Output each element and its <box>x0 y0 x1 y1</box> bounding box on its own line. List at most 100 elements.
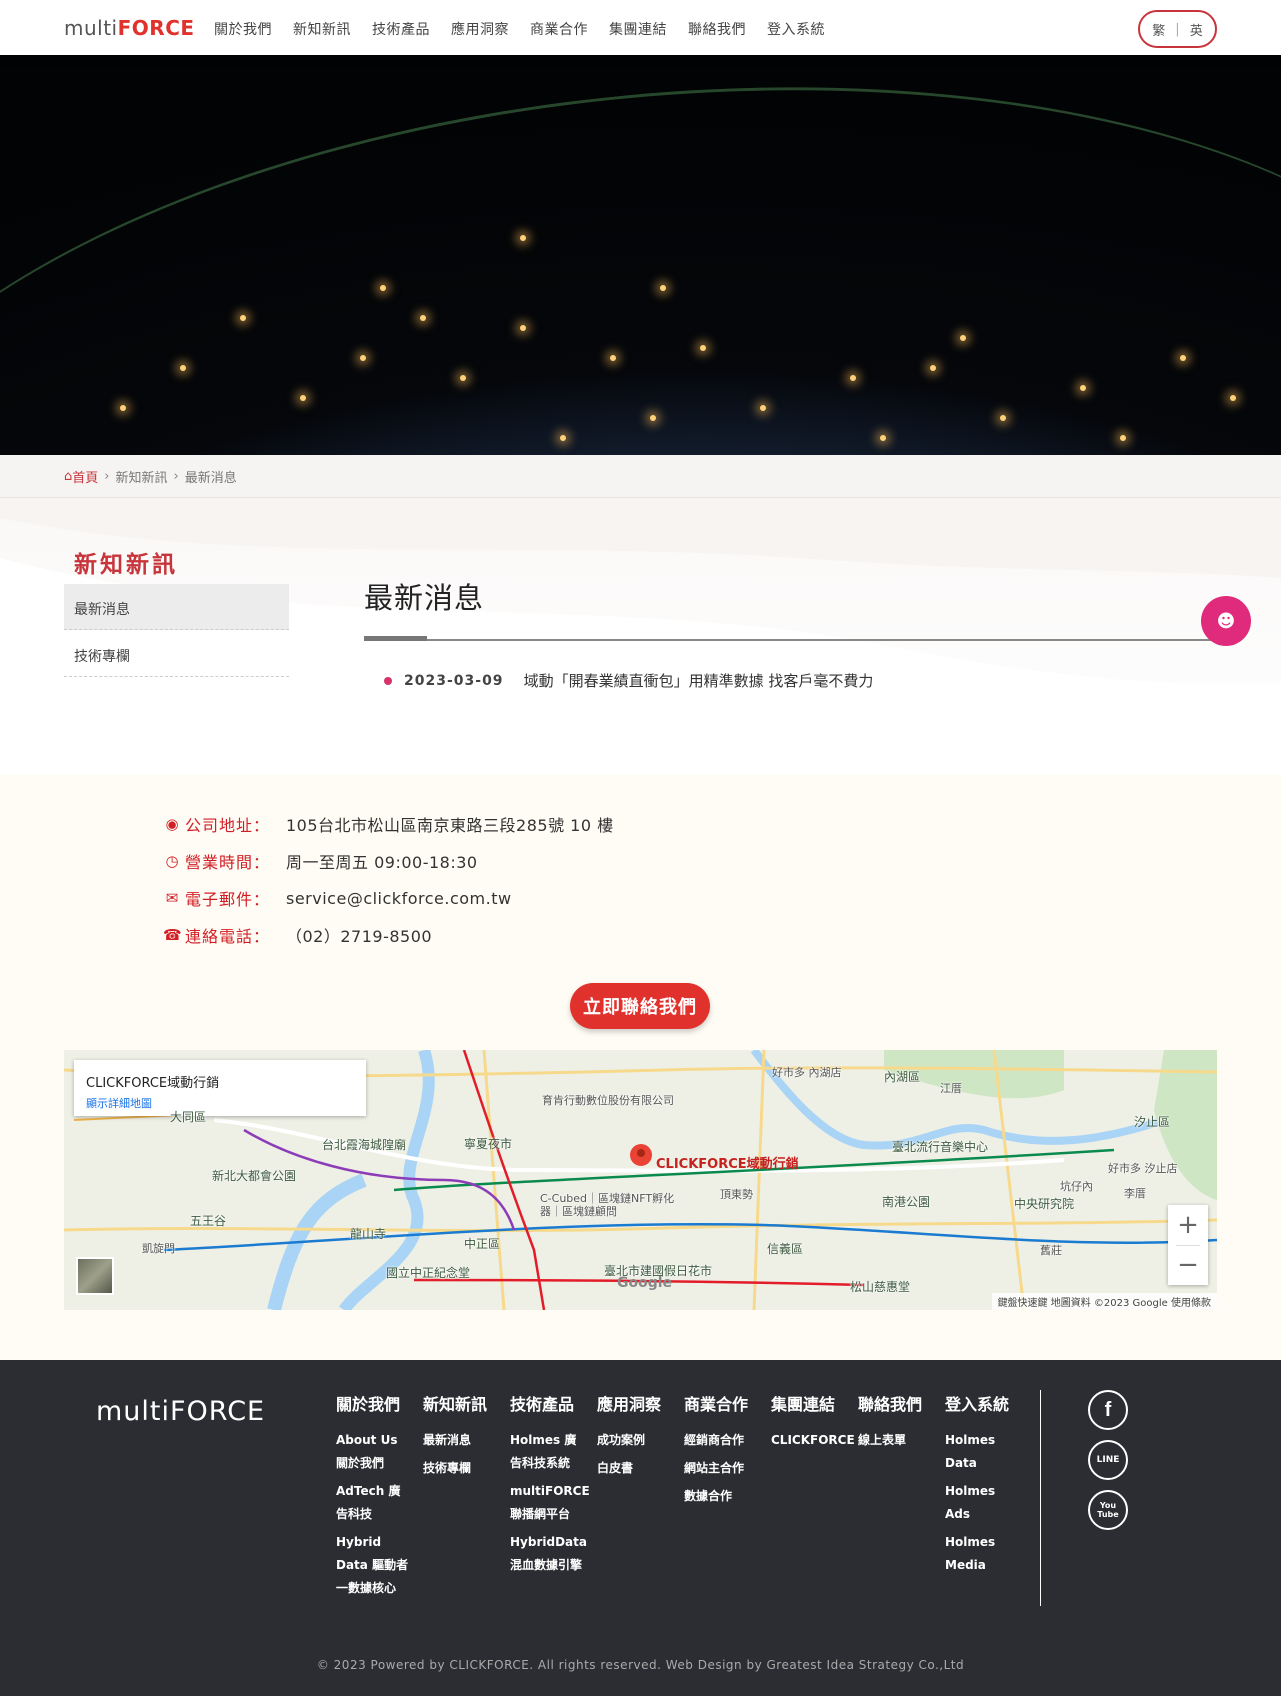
footer-column-heading[interactable]: 登入系統 <box>945 1391 1019 1415</box>
footer-link[interactable]: AdTech 廣告科技 <box>336 1480 410 1526</box>
city-light <box>180 365 186 371</box>
footer-column-heading[interactable]: 關於我們 <box>336 1391 410 1415</box>
page-title: 最新消息 <box>364 581 485 615</box>
news-list-item[interactable]: 2023-03-09 域動「開春業績直衝包」用精準數據 找客戶毫不費力 <box>384 670 873 691</box>
footer-column-3: 應用洞察成功案例白皮書 <box>597 1391 671 1485</box>
sidebar-item-latest-news[interactable]: 最新消息 <box>64 584 289 630</box>
footer-column-heading[interactable]: 新知新訊 <box>423 1391 497 1415</box>
footer-link[interactable]: Holmes 廣告科技系統 <box>510 1429 584 1475</box>
nav-item-contact[interactable]: 聯絡我們 <box>688 19 746 39</box>
nav-item-group[interactable]: 集團連結 <box>609 19 667 39</box>
lang-traditional-chinese[interactable]: 繁 <box>1152 20 1165 39</box>
main-nav: 關於我們 新知新訊 技術產品 應用洞察 商業合作 集團連結 聯絡我們 登入系統 <box>214 19 846 39</box>
zoom-out-button[interactable]: − <box>1168 1245 1208 1285</box>
nav-item-login[interactable]: 登入系統 <box>767 19 825 39</box>
nav-item-insight[interactable]: 應用洞察 <box>451 19 509 39</box>
map-label: 內湖區 <box>884 1070 921 1084</box>
footer-column-heading[interactable]: 技術產品 <box>510 1391 584 1415</box>
city-light <box>660 285 666 291</box>
footer-link[interactable]: 白皮書 <box>597 1457 671 1480</box>
map-label: 凱旋門 <box>142 1242 175 1255</box>
footer-divider <box>1040 1390 1041 1606</box>
user-icon: ☻ <box>1216 610 1236 632</box>
city-light <box>120 405 126 411</box>
map-attribution[interactable]: 鍵盤快速鍵 地圖資料 ©2023 Google 使用條款 <box>991 1293 1217 1310</box>
city-light <box>460 375 466 381</box>
footer-column-5: 集團連結 CLICKFORCE <box>771 1391 855 1457</box>
map-label: 中央研究院 <box>1014 1197 1075 1211</box>
envelope-icon: ✉ <box>165 889 179 907</box>
footer-link[interactable]: 技術專欄 <box>423 1457 497 1480</box>
contact-email-value[interactable]: service@clickforce.com.tw <box>286 889 512 908</box>
map-label: 汐止區 <box>1134 1115 1171 1129</box>
footer-column-6: 聯絡我們 線上表單 <box>858 1391 932 1457</box>
footer-link[interactable]: 數據合作 <box>684 1485 758 1508</box>
footer-link[interactable]: CLICKFORCE <box>771 1429 855 1452</box>
zoom-in-button[interactable]: + <box>1168 1205 1208 1245</box>
site-logo[interactable]: multiFORCE <box>64 16 195 40</box>
nav-item-business[interactable]: 商業合作 <box>530 19 588 39</box>
city-light <box>1120 435 1126 441</box>
city-light <box>560 435 566 441</box>
contact-phone-value[interactable]: （02）2719-8500 <box>286 923 432 947</box>
nav-item-about[interactable]: 關於我們 <box>214 19 272 39</box>
footer-link[interactable]: Hybrid Data 驅動者一數據核心 <box>336 1531 410 1600</box>
footer-link[interactable]: 經銷商合作 <box>684 1429 758 1452</box>
breadcrumb-current: 最新消息 <box>184 471 237 486</box>
footer-link[interactable]: HybridData 混血數據引擎 <box>510 1531 587 1577</box>
contact-address-row: ◉ 公司地址： 105台北市松山區南京東路三段285號 10 樓 <box>163 812 614 836</box>
map-label: 江厝 <box>940 1082 962 1095</box>
lang-english[interactable]: 英 <box>1190 20 1203 39</box>
map-zoom-control: + − <box>1168 1205 1208 1285</box>
city-light <box>1230 395 1236 401</box>
city-light <box>380 285 386 291</box>
breadcrumb-home[interactable]: 首頁 <box>72 467 98 486</box>
city-light <box>880 435 886 441</box>
youtube-icon[interactable]: You Tube <box>1088 1490 1128 1530</box>
home-icon[interactable]: ⌂ <box>64 469 72 484</box>
google-map[interactable]: CLICKFORCE域動行銷 CLICKFORCE域動行銷 顯示詳細地圖 大同區… <box>64 1050 1217 1310</box>
map-label: 龍山寺 <box>350 1227 387 1241</box>
news-title-link[interactable]: 域動「開春業績直衝包」用精準數據 找客戶毫不費力 <box>524 670 874 691</box>
footer-link[interactable]: 線上表單 <box>858 1429 932 1452</box>
line-icon[interactable]: LINE <box>1088 1440 1128 1480</box>
map-label: 國立中正紀念堂 <box>386 1266 471 1280</box>
title-divider <box>364 639 1219 641</box>
city-light <box>300 395 306 401</box>
nav-item-tech[interactable]: 技術產品 <box>372 19 430 39</box>
contact-phone-label: 連絡電話： <box>185 927 271 946</box>
footer-link[interactable]: Holmes Data <box>945 1429 1019 1475</box>
breadcrumb-news[interactable]: 新知新訊 <box>115 467 167 486</box>
bullet-dot <box>384 676 392 685</box>
map-label: 頂東勢 <box>720 1188 753 1201</box>
nav-item-news[interactable]: 新知新訊 <box>293 19 351 39</box>
footer-column-heading[interactable]: 商業合作 <box>684 1391 758 1415</box>
footer-link[interactable]: 最新消息 <box>423 1429 497 1452</box>
footer-column-heading[interactable]: 應用洞察 <box>597 1391 671 1415</box>
footer-link[interactable]: About Us 關於我們 <box>336 1429 410 1475</box>
footer-link[interactable]: Holmes Media <box>945 1531 1019 1577</box>
city-light <box>520 325 526 331</box>
contact-hours-label: 營業時間： <box>185 853 271 872</box>
contact-email-label: 電子郵件： <box>185 890 271 909</box>
contact-email-row: ✉ 電子郵件： service@clickforce.com.tw <box>163 886 512 910</box>
city-light <box>930 365 936 371</box>
footer-link[interactable]: Holmes Ads <box>945 1480 1019 1526</box>
footer-link[interactable]: multiFORCE 聯播網平台 <box>510 1480 590 1526</box>
contact-address-label: 公司地址： <box>185 816 271 835</box>
contact-hours-row: ◷ 營業時間： 周一至周五 09:00-18:30 <box>163 849 478 873</box>
facebook-icon[interactable]: f <box>1088 1390 1128 1430</box>
user-floating-button[interactable]: ☻ <box>1201 596 1251 646</box>
footer-column-heading[interactable]: 聯絡我們 <box>858 1391 932 1415</box>
phone-icon: ☎ <box>163 926 182 944</box>
footer-logo[interactable]: multiFORCE <box>96 1396 265 1427</box>
footer-link[interactable]: 成功案例 <box>597 1429 671 1452</box>
footer-column-heading[interactable]: 集團連結 <box>771 1391 845 1415</box>
satellite-toggle[interactable] <box>76 1257 114 1295</box>
map-label: 台北霞海城隍廟 <box>322 1138 407 1152</box>
sidebar-item-tech-column[interactable]: 技術專欄 <box>64 631 289 677</box>
map-label: 中正區 <box>464 1237 501 1251</box>
map-details-link[interactable]: 顯示詳細地圖 <box>86 1095 354 1111</box>
contact-us-button[interactable]: 立即聯絡我們 <box>570 983 710 1029</box>
footer-link[interactable]: 網站主合作 <box>684 1457 758 1480</box>
